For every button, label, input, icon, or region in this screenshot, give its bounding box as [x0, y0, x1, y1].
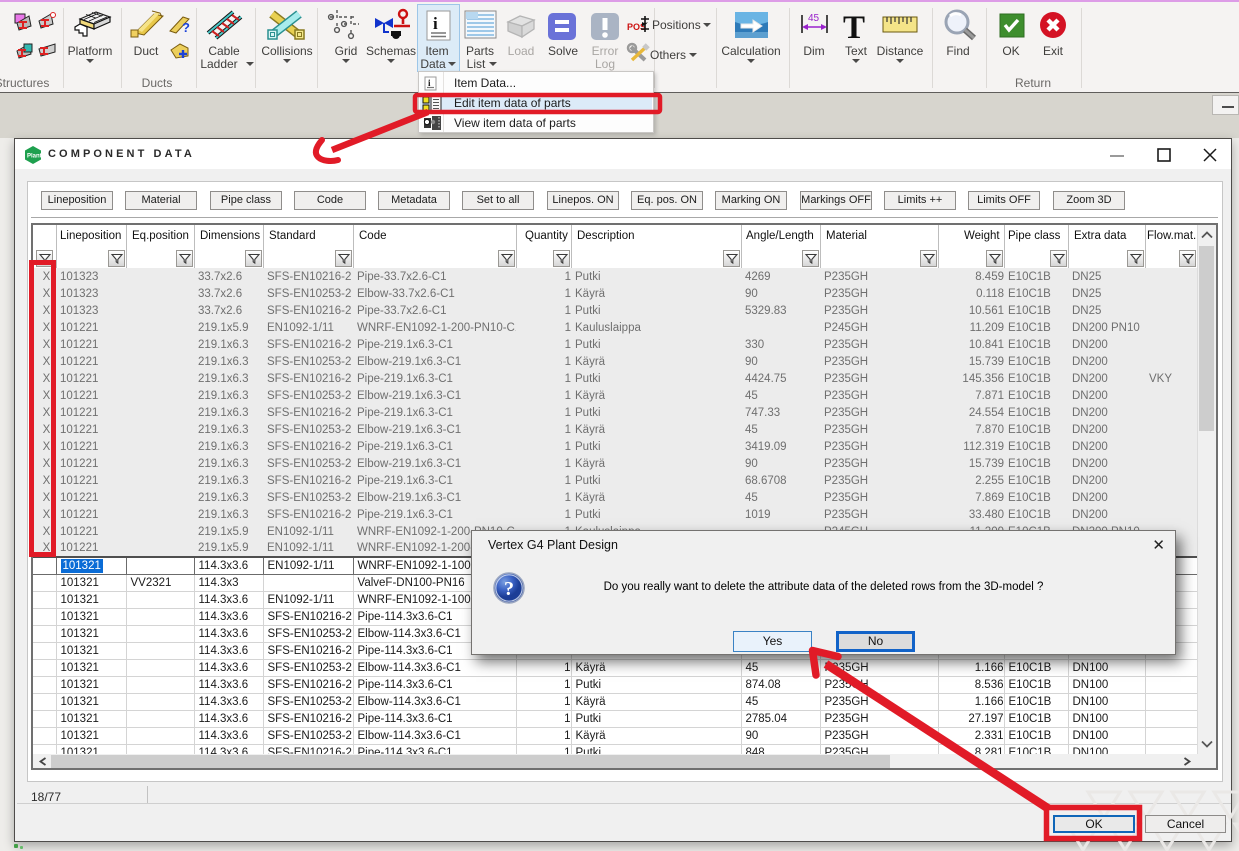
svg-text:?: ?	[182, 20, 190, 35]
svg-text:45: 45	[808, 13, 820, 24]
svg-text:Plant: Plant	[27, 154, 42, 160]
svg-text:i: i	[433, 14, 438, 33]
svg-text:T: T	[843, 10, 865, 46]
